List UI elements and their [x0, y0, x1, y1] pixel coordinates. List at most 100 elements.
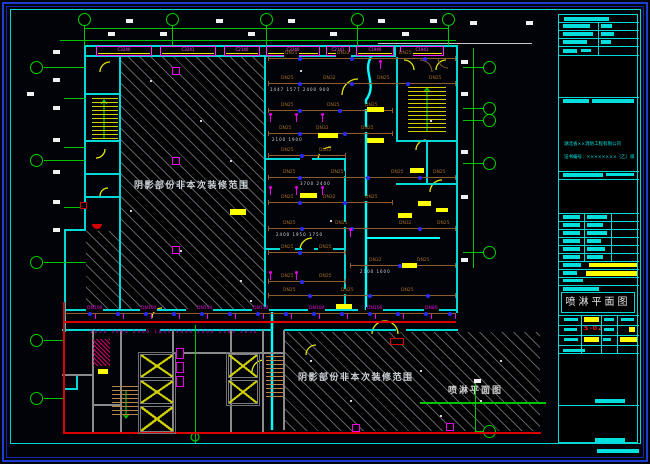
sprinkler-fitting-dot: [424, 312, 428, 316]
grid-line: [44, 160, 86, 161]
sprinkler-drop: [375, 314, 376, 319]
highlighted-field: [584, 337, 599, 342]
grid-bubble: [442, 13, 455, 26]
grid-line: [448, 26, 449, 46]
cad-speckle: [440, 415, 442, 417]
cad-speckle: [500, 360, 502, 362]
title-block-text-bar: [587, 247, 605, 251]
grid-line: [60, 40, 456, 41]
sprinkler-riser: [270, 273, 271, 280]
pipe-size-label: DN32: [315, 127, 330, 132]
window-sill: [98, 53, 150, 54]
title-block-divider: [559, 277, 639, 278]
wall-segment: [76, 374, 78, 390]
dimension-tick: [461, 92, 468, 96]
sprinkler-fitting-dot: [116, 312, 120, 316]
sprinkler-drop: [319, 314, 320, 319]
sprinkler-riser-dot: [349, 228, 352, 231]
title-block-text-bar: [563, 24, 590, 28]
cad-speckle: [430, 120, 432, 122]
wall-segment: [64, 309, 186, 311]
title-block-divider: [559, 229, 639, 230]
title-block-divider: [559, 261, 639, 262]
sprinkler-fitting-dot: [298, 57, 302, 61]
pipe-size-label: DN32: [368, 259, 383, 264]
drawing-name: 喷淋平面图: [562, 298, 634, 308]
pipe-size-label: DN25: [340, 289, 355, 294]
sprinkler-drop: [455, 314, 456, 319]
revision-highlight: [318, 133, 338, 138]
dimension-tick: [461, 60, 468, 64]
grid-bubble: [78, 13, 91, 26]
revision-highlight: [367, 138, 384, 143]
sprinkler-drop: [207, 314, 208, 319]
pipe-size-label: DN100: [308, 307, 325, 312]
plan-canvas[interactable]: 阴影部份非本次装修范围 阴影部份非本次装修范围 喷淋平面图: [0, 0, 650, 464]
sprinkler-drop: [403, 314, 404, 319]
sprinkler-branch-pipe: [268, 228, 455, 229]
pipe-size-label: DN25: [326, 104, 341, 109]
elevator-car: [228, 354, 258, 378]
title-block-divider: [559, 325, 639, 326]
cad-speckle: [130, 210, 132, 212]
pipe-end-tick: [392, 108, 393, 113]
wall-segment-gray: [62, 374, 92, 376]
dimension-tick: [248, 32, 255, 36]
revision-highlight: [98, 369, 108, 374]
sprinkler-fitting-dot: [368, 294, 372, 298]
title-block: 喷淋平面图 湖北省××消防工程有限公司 证书编号：××××××××（乙）级 S-…: [558, 14, 638, 443]
pipe-end-tick: [455, 263, 456, 268]
pipe-size-label: DN25: [334, 222, 349, 227]
sprinkler-fitting-dot: [368, 312, 372, 316]
sprinkler-fitting-dot: [418, 176, 422, 180]
sprinkler-branch-pipe: [268, 83, 455, 84]
sprinkler-fitting-dot: [396, 312, 400, 316]
dimension-text: 2400 1950 1750: [276, 233, 323, 237]
sprinkler-fitting-dot: [298, 132, 302, 136]
pipe-size-label: DN25: [280, 196, 295, 201]
cad-viewport[interactable]: { "drawing": { "shaded_note": "阴影部份非本次装修…: [0, 0, 650, 464]
title-block-divider: [611, 213, 612, 261]
dimension-text: 3700 2400: [300, 182, 331, 186]
title-block-divider: [559, 237, 639, 238]
dimension-text: 1650 3600 2400 1800 3600 2400 3300 1650: [90, 330, 258, 334]
title-block-text-bar: [563, 32, 593, 36]
boundary-line-red: [63, 432, 541, 434]
sprinkler-branch-pipe: [268, 177, 455, 178]
roof-edge-line: [378, 43, 532, 44]
title-block-divider: [559, 171, 639, 172]
sprinkler-fitting-dot: [298, 201, 302, 205]
title-block-text-bar: [587, 215, 607, 219]
shaded-note-lower: 阴影部份非本次装修范围: [298, 374, 414, 383]
pipe-size-label: DN32: [398, 222, 413, 227]
title-block-text-bar: [563, 247, 580, 251]
wall-segment: [84, 140, 120, 142]
title-block-text-bar: [563, 223, 580, 227]
sprinkler-fitting-dot: [423, 57, 427, 61]
title-block-divider: [598, 22, 599, 55]
cad-speckle: [300, 70, 302, 72]
pipe-size-label: DN25: [390, 171, 405, 176]
title-block-divider: [559, 30, 639, 31]
window-sill: [358, 53, 392, 54]
sprinkler-riser: [296, 273, 297, 280]
title-block-divider: [559, 345, 639, 346]
sprinkler-drop: [151, 314, 152, 319]
revision-highlight: [336, 304, 352, 309]
sprinkler-fitting-dot: [448, 312, 452, 316]
window-C3240: C3240: [96, 46, 152, 56]
title-block-text-bar: [587, 239, 601, 243]
dimension-tick: [53, 50, 60, 54]
elevator-car: [140, 380, 174, 404]
pipe-size-label: DN25: [282, 289, 297, 294]
dimension-tick: [53, 228, 60, 232]
dimension-tick: [53, 170, 60, 174]
dimension-tick: [461, 258, 468, 262]
pipe-end-tick: [345, 279, 346, 284]
pipe-size-label: DN25: [428, 77, 443, 82]
sprinkler-fitting-dot: [284, 312, 288, 316]
pipe-end-tick: [345, 250, 346, 255]
wall-segment: [64, 229, 86, 231]
highlighted-field: [629, 327, 635, 332]
pipe-size-label: DN25: [376, 77, 391, 82]
